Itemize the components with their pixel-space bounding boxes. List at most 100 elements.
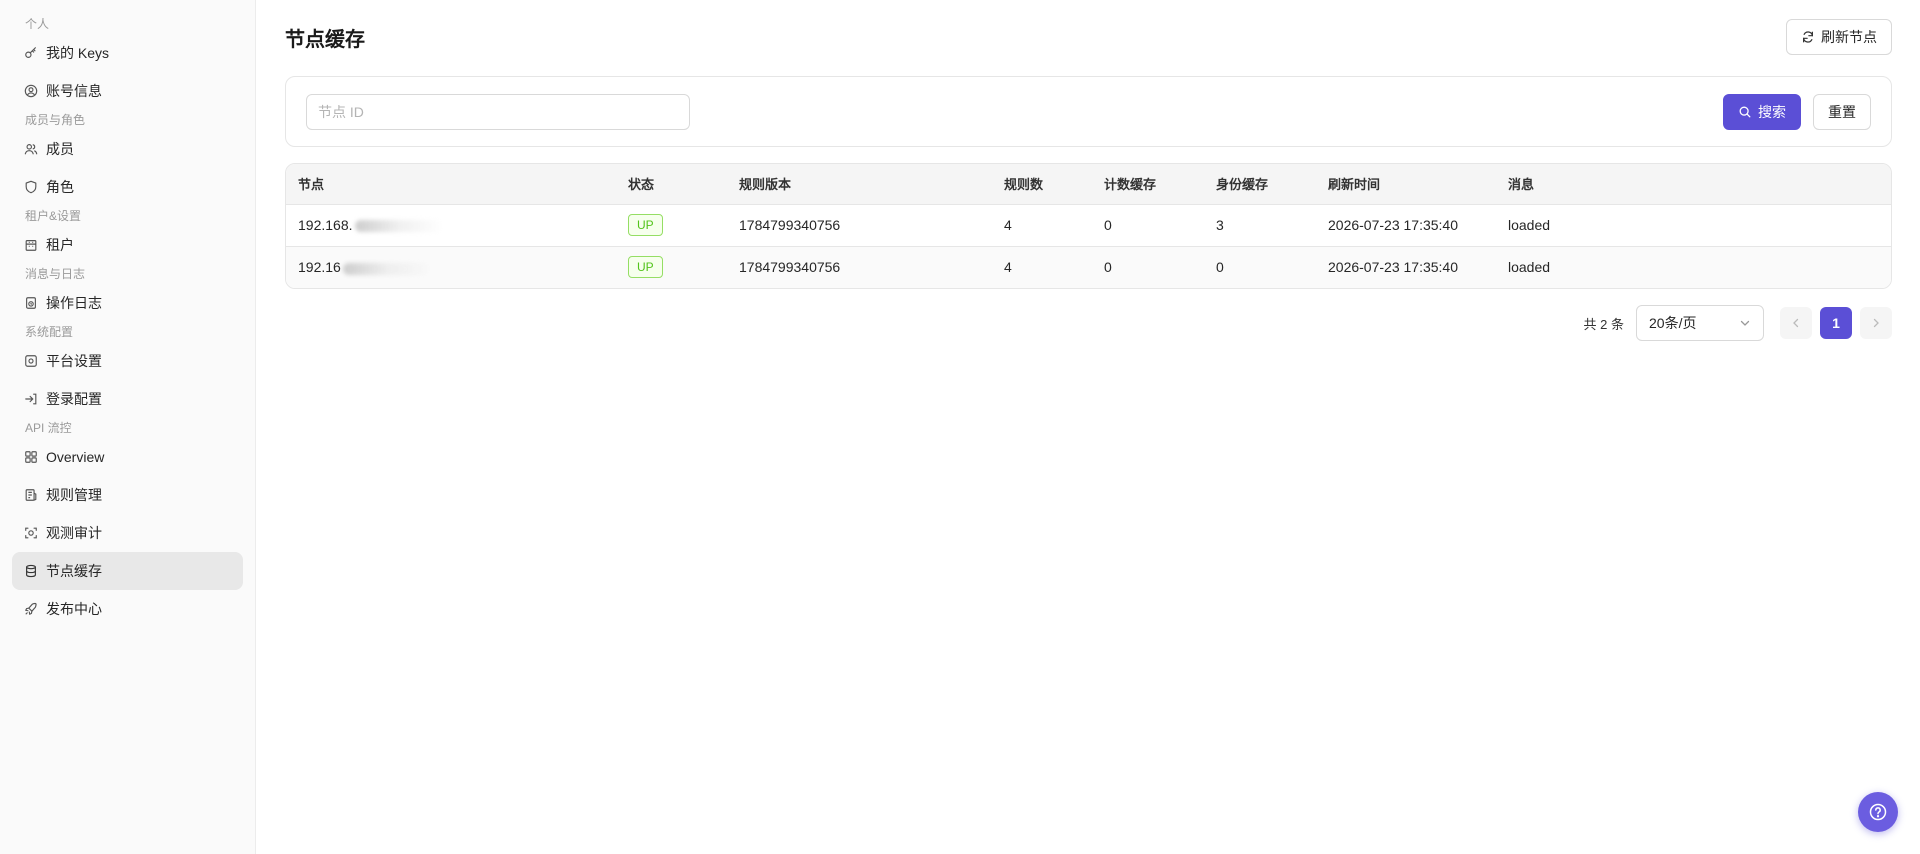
sidebar-item-building[interactable]: 租户: [12, 226, 243, 264]
next-page-button[interactable]: [1860, 307, 1892, 339]
database-icon: [24, 564, 38, 578]
search-actions: 搜索 重置: [1723, 93, 1871, 130]
rule-version-cell: 1784799340756: [727, 204, 992, 247]
sidebar-item-label: 登录配置: [46, 391, 102, 407]
sidebar-item-label: 租户: [46, 237, 74, 253]
col-header-count-cache: 计数缓存: [1092, 164, 1204, 205]
sidebar-item-database[interactable]: 节点缓存: [12, 552, 243, 590]
table-row[interactable]: 192.168. UP 1784799340756 4 0 3 2026-07-…: [286, 204, 1891, 247]
sidebar-item-login[interactable]: 登录配置: [12, 380, 243, 418]
login-icon: [24, 392, 38, 406]
sidebar-group-label: 个人: [25, 17, 50, 31]
rule-count-cell: 4: [992, 246, 1092, 288]
sidebar-item-scan[interactable]: 观测审计: [12, 514, 243, 552]
sidebar-item-label: 操作日志: [46, 295, 102, 311]
sidebar-item-label: 观测审计: [46, 525, 102, 541]
sidebar: 个人我的 Keys 账号信息成员与角色成员角色租户&设置租户消息与日志操作日志系统…: [0, 0, 256, 854]
total-count: 共 2 条: [1583, 316, 1624, 332]
node-cell: 192.16: [286, 246, 616, 288]
prev-page-button[interactable]: [1780, 307, 1812, 339]
sidebar-item-shield[interactable]: 角色: [12, 168, 243, 206]
search-card: 搜索 重置: [285, 76, 1892, 147]
sidebar-item-settings[interactable]: 平台设置: [12, 342, 243, 380]
sidebar-item-label: 节点缓存: [46, 563, 102, 579]
col-header-node: 节点: [286, 164, 616, 205]
col-header-status: 状态: [616, 164, 727, 205]
count-cache-cell: 0: [1092, 246, 1204, 288]
shield-icon: [24, 180, 38, 194]
pagination: 共 2 条 20条/页 1: [285, 305, 1892, 341]
refresh-nodes-label: 刷新节点: [1821, 29, 1877, 45]
col-header-refresh-time: 刷新时间: [1316, 164, 1496, 205]
redacted-mask: [354, 220, 443, 233]
chevron-left-icon: [1790, 317, 1802, 329]
redacted-mask: [342, 262, 431, 275]
col-header-message: 消息: [1496, 164, 1891, 205]
sidebar-item-rocket[interactable]: 发布中心: [12, 590, 243, 628]
identity-cache-cell: 3: [1204, 204, 1316, 247]
col-header-identity-cache: 身份缓存: [1204, 164, 1316, 205]
sidebar-group-label: API 流控: [25, 421, 72, 435]
help-button[interactable]: [1858, 792, 1898, 832]
sidebar-item-label: 角色: [46, 179, 74, 195]
users-icon: [24, 142, 38, 156]
key-icon: [24, 46, 38, 60]
message-cell: loaded: [1496, 204, 1891, 247]
sidebar-item-label: 规则管理: [46, 487, 102, 503]
sidebar-group-label: 租户&设置: [25, 209, 82, 223]
table-header-row: 节点 状态 规则版本 规则数 计数缓存 身份缓存 刷新时间 消息: [286, 164, 1891, 205]
main-content: 节点缓存 刷新节点 节点 ID 搜索 重置 节点 状态 规则版本 规则数 计数缓…: [256, 0, 1920, 854]
sidebar-item-rules[interactable]: 规则管理: [12, 476, 243, 514]
page-title: 节点缓存: [285, 28, 365, 51]
sidebar-item-label: 成员: [46, 141, 74, 157]
table-row[interactable]: 192.16 UP 1784799340756 4 0 0 2026-07-23…: [286, 246, 1891, 288]
page-button-current[interactable]: 1: [1820, 307, 1852, 339]
status-badge: UP: [628, 256, 663, 279]
refresh-time-cell: 2026-07-23 17:35:40: [1316, 204, 1496, 247]
refresh-icon: [1801, 30, 1815, 44]
rule-count-cell: 4: [992, 204, 1092, 247]
identity-cache-cell: 0: [1204, 246, 1316, 288]
page-size-value: 20条/页: [1649, 315, 1697, 331]
sidebar-item-label: 我的 Keys: [46, 45, 110, 61]
node-cell: 192.168.: [286, 204, 616, 247]
sidebar-item-label: 平台设置: [46, 353, 102, 369]
log-icon: [24, 296, 38, 310]
search-label: 搜索: [1758, 103, 1786, 120]
refresh-time-cell: 2026-07-23 17:35:40: [1316, 246, 1496, 288]
chevron-down-icon: [1739, 317, 1751, 329]
status-cell: UP: [616, 204, 727, 247]
rocket-icon: [24, 602, 38, 616]
node-address: 192.16: [298, 259, 341, 276]
page-size-select[interactable]: 20条/页: [1636, 305, 1764, 341]
sidebar-item-label: 账号信息: [46, 83, 102, 99]
settings-icon: [24, 354, 38, 368]
sidebar-item-log[interactable]: 操作日志: [12, 284, 243, 322]
sidebar-item-user-circle[interactable]: 账号信息: [12, 72, 243, 110]
node-address: 192.168.: [298, 217, 353, 233]
sidebar-item-label: Overview: [46, 449, 105, 465]
user-circle-icon: [24, 84, 38, 98]
sidebar-item-key[interactable]: 我的 Keys: [12, 34, 243, 72]
status-cell: UP: [616, 246, 727, 288]
sidebar-group-label: 系统配置: [25, 325, 74, 339]
status-badge: UP: [628, 214, 663, 236]
col-header-rule-count: 规则数: [992, 164, 1092, 205]
page-header: 节点缓存 刷新节点: [285, 0, 1892, 74]
node-cache-table: 节点 状态 规则版本 规则数 计数缓存 身份缓存 刷新时间 消息 192.168…: [285, 163, 1892, 289]
sidebar-item-users[interactable]: 成员: [12, 130, 243, 168]
rule-version-cell: 1784799340756: [727, 246, 992, 288]
pager: 1: [1780, 307, 1892, 339]
sidebar-item-grid[interactable]: Overview: [12, 438, 243, 476]
refresh-nodes-button[interactable]: 刷新节点: [1786, 19, 1892, 55]
reset-button[interactable]: 重置: [1813, 93, 1871, 130]
search-button[interactable]: 搜索: [1723, 93, 1801, 130]
message-cell: loaded: [1496, 246, 1891, 288]
node-id-input[interactable]: [306, 93, 690, 130]
search-icon: [1738, 105, 1752, 119]
grid-icon: [24, 450, 38, 464]
sidebar-group-label: 成员与角色: [25, 113, 86, 127]
sidebar-group-label: 消息与日志: [25, 267, 86, 281]
building-icon: [24, 238, 38, 252]
col-header-rule-version: 规则版本: [727, 164, 992, 205]
